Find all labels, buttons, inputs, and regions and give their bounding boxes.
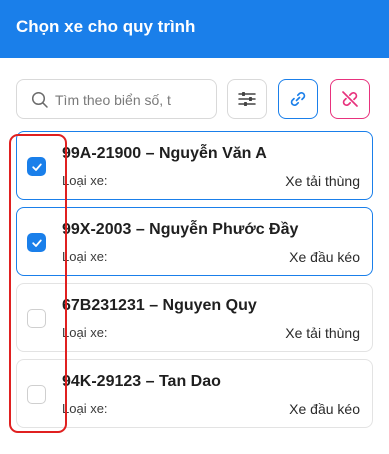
check-icon [31, 239, 42, 247]
search-box[interactable] [16, 79, 217, 119]
search-icon [31, 91, 48, 108]
vehicle-title: 67B231231 – Nguyen Quy [62, 297, 257, 314]
vehicle-checkbox[interactable] [27, 157, 46, 176]
vehicle-title: 94K-29123 – Tan Dao [62, 373, 221, 390]
search-input[interactable] [55, 88, 213, 112]
vehicle-card[interactable]: 99X-2003 – Nguyễn Phước Đầy Loại xe: Xe đầ… [16, 207, 373, 276]
vehicle-type-value: Xe đầu kéo [289, 249, 360, 265]
vehicle-checkbox[interactable] [27, 309, 46, 328]
vehicle-type-value: Xe tải thùng [285, 325, 360, 341]
vehicle-type-label: Loại xe: [62, 325, 108, 340]
toolbar [16, 79, 373, 119]
vehicle-checkbox[interactable] [27, 385, 46, 404]
sliders-icon [238, 92, 256, 106]
check-icon [31, 163, 42, 171]
vehicle-type-label: Loại xe: [62, 249, 108, 264]
vehicle-card[interactable]: 99A-21900 – Nguyễn Văn A Loại xe: Xe tải t… [16, 131, 373, 200]
vehicle-type-label: Loại xe: [62, 173, 108, 188]
unlink-button[interactable] [330, 79, 370, 119]
vehicle-type-label: Loại xe: [62, 401, 108, 416]
vehicle-card[interactable]: 67B231231 – Nguyen Quy Loại xe: Xe tải thù… [16, 283, 373, 352]
link-button[interactable] [278, 79, 318, 119]
vehicle-type-value: Xe tải thùng [285, 173, 360, 189]
page-title: Chọn xe cho quy trình [16, 17, 196, 36]
vehicle-title: 99A-21900 – Nguyễn Văn A [62, 145, 267, 162]
filter-button[interactable] [227, 79, 267, 119]
vehicle-title: 99X-2003 – Nguyễn Phước Đầy [62, 221, 299, 238]
vehicle-card[interactable]: 94K-29123 – Tan Dao Loại xe: Xe đầu kéo [16, 359, 373, 428]
link-icon [290, 91, 306, 107]
vehicle-type-value: Xe đầu kéo [289, 401, 360, 417]
page-header: Chọn xe cho quy trình [0, 0, 389, 58]
vehicle-checkbox[interactable] [27, 233, 46, 252]
unlink-icon [342, 91, 358, 107]
